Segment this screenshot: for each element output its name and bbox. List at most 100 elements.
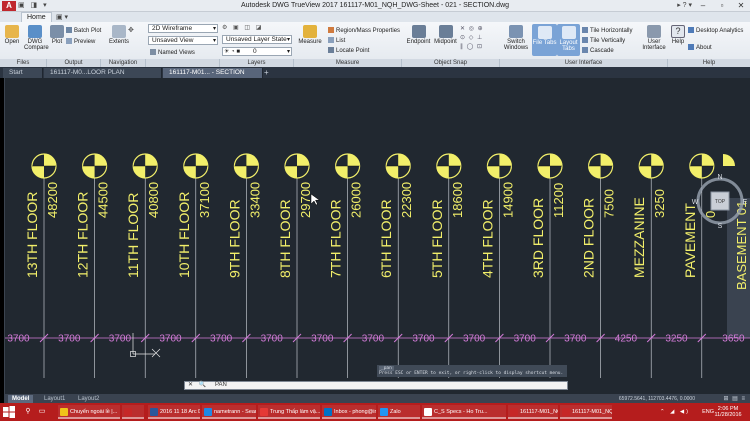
pan-icon[interactable]: ✥ [128,26,134,34]
level-marker-quadrant [600,154,613,166]
help-button[interactable]: ? Help [670,25,686,45]
help-icon: ? [671,25,685,38]
tile-vertically-button[interactable]: Tile Vertically [582,37,625,44]
panel-layers[interactable]: Layers [220,59,294,67]
file-tabs-button[interactable]: File Tabs [532,24,557,56]
command-history-text: Press ESC or ENTER to exit, or right-cli… [379,371,564,376]
level-marker-quadrant [195,154,208,166]
plot-button[interactable]: Plot [49,25,65,45]
dimension-value: 4250 [615,334,638,345]
drawing-canvas[interactable]: 5190013TH FLOOR4820012TH FLOOR4450011TH … [4,78,750,395]
dimension-value: 3700 [7,334,30,345]
windows-start-icon[interactable] [2,405,16,419]
panel-object-snap[interactable]: Object Snap [402,59,500,67]
list-button[interactable]: List [328,37,345,44]
tab-layout1[interactable]: Layout1 [40,395,69,403]
taskbar-app-6[interactable]: Zalo [378,405,420,419]
section-drawing[interactable]: 5190013TH FLOOR4820012TH FLOOR4450011TH … [5,78,750,395]
panel-measure[interactable]: Measure [294,59,402,67]
task-view-icon[interactable]: ▭ [36,406,48,418]
panel-output[interactable]: Output [47,59,101,67]
zoom-extents-icon [112,25,126,38]
tab-start[interactable]: Start [3,68,43,78]
taskbar-app-1[interactable] [122,405,144,419]
batch-plot-button[interactable]: Batch Plot [66,27,101,34]
taskbar-app-3[interactable]: nametrann - Searc... [202,405,256,419]
help-icon[interactable]: ▸ ? ▾ [677,1,692,9]
system-tray: ⌃ ◢ ◀) ENG 2:06 PM 11/28/2016 [628,404,748,420]
open-button[interactable]: Open [3,25,21,45]
minimize-icon[interactable]: – [694,0,712,12]
tab-section[interactable]: 161117-M01... - SECTION [163,68,263,78]
dwg-compare-button[interactable]: DWG Compare [24,25,49,51]
visual-style-dropdown[interactable]: 2D Wireframe [148,24,218,33]
elevation-label: 40800 [146,182,161,218]
maximize-icon[interactable]: ▫ [713,0,731,12]
command-line[interactable]: ✕ 🔍 PAN [184,381,568,390]
compass-north[interactable]: N [717,174,722,181]
taskbar-app-5[interactable]: Inbox - phong@in... [322,405,376,419]
layer-tools-icons[interactable]: ⚙ ▣ ◫ ◪ [222,24,263,31]
snap-mode-icons[interactable]: ✕ ◎ ⊕ ⊙ ◇ ⊥ ∥ ◯ ⊡ [460,25,484,52]
tile-horizontally-button[interactable]: Tile Horizontally [582,27,632,34]
status-bar-icons[interactable]: ⊞ ▤ ≡ [723,395,746,403]
clock[interactable]: 2:06 PM 11/28/2016 [714,406,742,418]
saved-view-dropdown[interactable]: Unsaved View [148,36,218,45]
close-icon[interactable]: ✕ [732,0,750,12]
level-marker-quadrant [82,166,95,178]
viewcube[interactable]: TOP N S E W [690,171,750,231]
region-mass-button[interactable]: Region/Mass Properties [328,27,400,34]
taskbar-app-8[interactable]: 161117-M01_NQH... [508,405,558,419]
dimension-value: 3700 [159,334,182,345]
elevation-label: 48200 [45,182,60,218]
taskbar-app-9[interactable]: 161117-M01_NQH... [560,405,612,419]
new-tab-icon[interactable]: + [264,68,269,78]
endpoint-snap-button[interactable]: Endpoint [405,25,432,45]
camera-icon [150,49,156,55]
panel-user-interface[interactable]: User Interface [500,59,668,67]
named-views-button[interactable]: Named Views [150,49,195,56]
level-marker-quadrant [723,154,735,166]
measure-button[interactable]: Measure [296,25,324,45]
elevation-label: 33400 [247,182,262,218]
level-marker-quadrant [285,166,297,178]
level-name-label: 7TH FLOOR [328,199,344,278]
desktop-analytics-button[interactable]: Desktop Analytics [688,27,743,34]
tab-model[interactable]: Model [8,395,34,403]
level-name-label: 5TH FLOOR [429,199,445,278]
level-marker-quadrant [94,154,107,166]
taskbar-app-0[interactable]: Chuyển ngoài lề |... [58,405,120,419]
locate-point-button[interactable]: Locate Point [328,47,369,54]
command-line-icons[interactable]: ✕ 🔍 [188,382,208,389]
taskbar-app-4[interactable]: Trung Thấp làm vậ... [258,405,320,419]
tray-icons[interactable]: ⌃ ◢ ◀) [660,409,690,415]
level-marker-quadrant [538,166,550,178]
compass-west[interactable]: W [692,199,699,206]
midpoint-snap-button[interactable]: Midpoint [432,25,459,45]
plot-icon [50,25,64,38]
dimension-value: 3700 [463,334,486,345]
panel-help[interactable]: Help [668,59,750,67]
tab-layout2[interactable]: Layout2 [74,395,103,403]
panel-navigation[interactable]: Navigation [101,59,146,67]
layout-tabs-button[interactable]: Layout Tabs [557,24,580,56]
about-button[interactable]: About [688,44,712,51]
compass-south[interactable]: S [718,223,723,230]
compare-icon [28,25,42,38]
preview-button[interactable]: Preview [66,38,95,45]
cascade-button[interactable]: Cascade [582,47,614,54]
layer-state-dropdown[interactable]: Unsaved Layer State [222,35,292,44]
compass-east[interactable]: E [743,199,748,206]
search-icon[interactable]: ⚲ [22,406,34,418]
tab-floor-plan[interactable]: 161117-M0...LOOR PLAN [44,68,162,78]
dimension-value: 3700 [109,334,132,345]
taskbar-app-7[interactable]: C_S Specs - Ho Tru... [422,405,506,419]
tab-home[interactable]: Home [21,12,52,22]
panel-files[interactable]: Files [0,59,47,67]
language-indicator[interactable]: ENG [702,409,714,415]
viewcube-top-face[interactable]: TOP [715,199,726,205]
taskbar-app-2[interactable]: 2016 11 18 Arc Dra... [148,405,200,419]
ribbon-options-icon[interactable]: ▣ ▾ [56,13,68,21]
switch-windows-button[interactable]: Switch Windows [502,25,530,51]
user-interface-button[interactable]: User Interface [640,25,668,51]
